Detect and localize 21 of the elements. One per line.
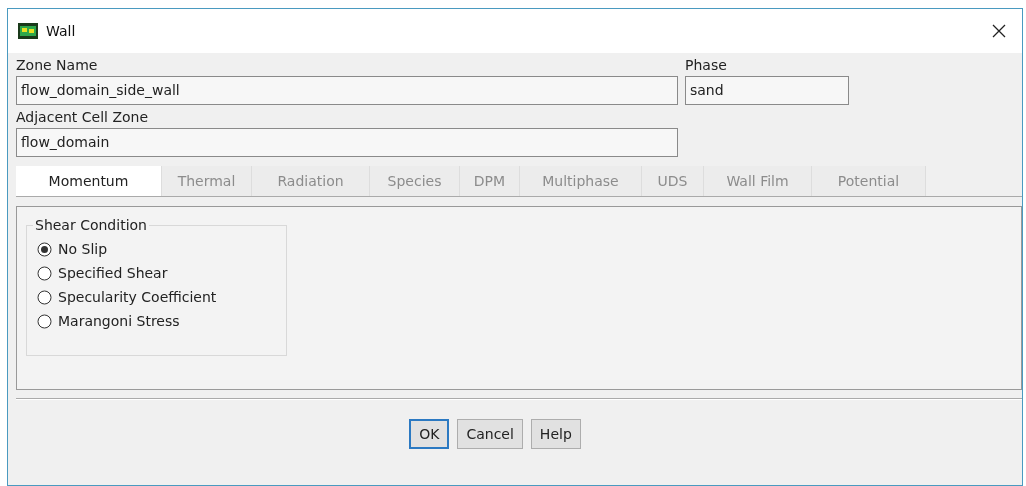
radio-button[interactable] bbox=[37, 241, 52, 257]
dialog-button[interactable]: Cancel bbox=[457, 419, 523, 449]
field-label: Adjacent Cell Zone bbox=[16, 108, 150, 127]
window-title: Wall bbox=[46, 21, 76, 41]
dialog-button[interactable]: Help bbox=[530, 419, 581, 449]
close-icon[interactable] bbox=[992, 24, 1006, 38]
tab[interactable]: Momentum bbox=[16, 166, 162, 196]
radio-option[interactable]: Specified Shear bbox=[37, 262, 286, 284]
field-label: Phase bbox=[685, 56, 728, 75]
text-field[interactable]: sand bbox=[685, 76, 849, 105]
radio-button[interactable] bbox=[37, 265, 52, 281]
radio-button[interactable] bbox=[37, 313, 52, 329]
radio-option[interactable]: No Slip bbox=[37, 238, 286, 260]
app-icon bbox=[18, 23, 38, 39]
radio-option[interactable]: Specularity Coefficient bbox=[37, 286, 286, 308]
text-field[interactable]: flow_domain bbox=[16, 128, 678, 157]
text-field[interactable]: flow_domain_side_wall bbox=[16, 76, 678, 105]
radio-button[interactable] bbox=[37, 289, 52, 305]
dialog-button[interactable]: OK bbox=[409, 419, 450, 449]
field-label: Zone Name bbox=[16, 56, 99, 75]
radio-option[interactable]: Marangoni Stress bbox=[37, 310, 286, 332]
